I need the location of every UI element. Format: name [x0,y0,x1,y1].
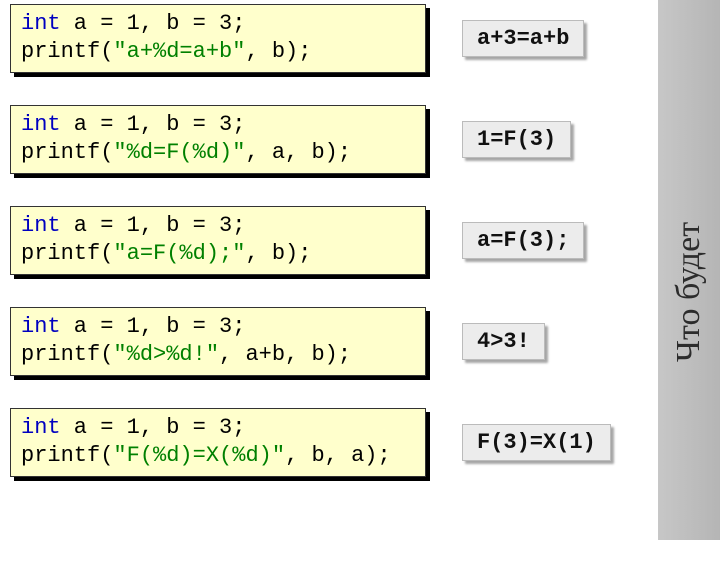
code-block: int a = 1, b = 3; printf("a+%d=a+b", b); [10,4,426,73]
answer-text: 4>3! [462,323,545,360]
exercise-row: int a = 1, b = 3; printf("%d=F(%d)", a, … [10,105,630,174]
code-text: int a = 1, b = 3; printf("F(%d)=X(%d)", … [10,408,426,477]
code-block: int a = 1, b = 3; printf("a=F(%d);", b); [10,206,426,275]
code-block: int a = 1, b = 3; printf("%d>%d!", a+b, … [10,307,426,376]
answer-block: a+3=a+b [462,20,584,57]
answer-text: 1=F(3) [462,121,571,158]
answer-block: 1=F(3) [462,121,571,158]
answer-block: F(3)=X(1) [462,424,611,461]
answer-text: a=F(3); [462,222,584,259]
answer-text: F(3)=X(1) [462,424,611,461]
answer-block: a=F(3); [462,222,584,259]
exercise-row: int a = 1, b = 3; printf("a+%d=a+b", b);… [10,4,630,73]
content-column: int a = 1, b = 3; printf("a+%d=a+b", b);… [10,4,630,509]
sidebar-title: Что будет [670,22,708,562]
answer-text: a+3=a+b [462,20,584,57]
sidebar: Что будет [658,0,720,540]
code-block: int a = 1, b = 3; printf("F(%d)=X(%d)", … [10,408,426,477]
code-text: int a = 1, b = 3; printf("%d=F(%d)", a, … [10,105,426,174]
exercise-row: int a = 1, b = 3; printf("%d>%d!", a+b, … [10,307,630,376]
code-block: int a = 1, b = 3; printf("%d=F(%d)", a, … [10,105,426,174]
code-text: int a = 1, b = 3; printf("a=F(%d);", b); [10,206,426,275]
answer-block: 4>3! [462,323,545,360]
code-text: int a = 1, b = 3; printf("%d>%d!", a+b, … [10,307,426,376]
exercise-row: int a = 1, b = 3; printf("F(%d)=X(%d)", … [10,408,630,477]
code-text: int a = 1, b = 3; printf("a+%d=a+b", b); [10,4,426,73]
exercise-row: int a = 1, b = 3; printf("a=F(%d);", b);… [10,206,630,275]
